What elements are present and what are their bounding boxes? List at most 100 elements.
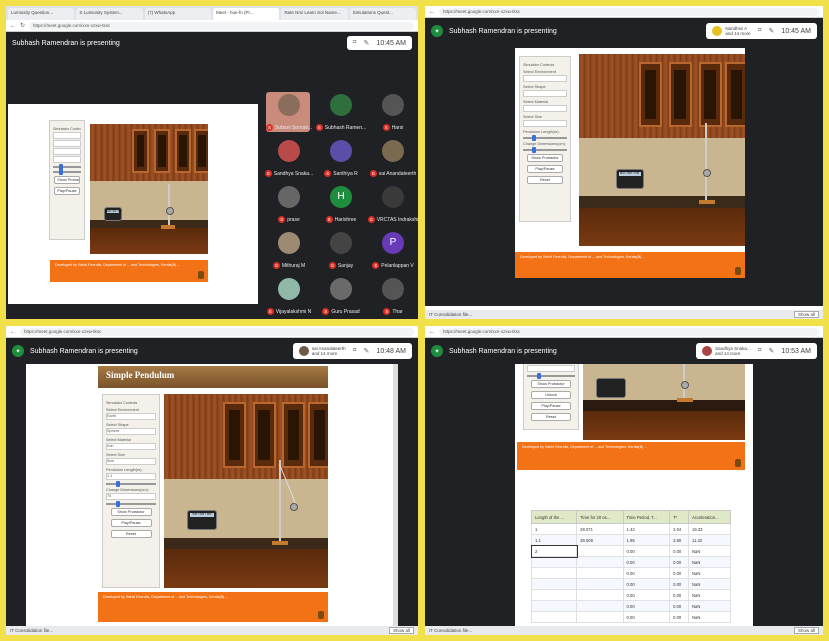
browser-tab[interactable]: S Lumiosity System... [76,8,143,20]
download-item[interactable]: IT Consolidation file... [10,628,53,633]
participant-tile[interactable]: S Guru Prasad [318,276,364,319]
table-header-cell[interactable]: T² [669,510,690,524]
table-header-cell[interactable]: Time for 20 os... [576,510,624,524]
table-header-cell[interactable]: Time Period, T... [622,510,671,524]
browser-tab[interactable]: Simulations Quest... [349,8,416,20]
pin-icon[interactable]: ✎ [364,39,370,47]
play-pause-button[interactable]: Play/Pause [110,519,152,527]
environment-select[interactable]: Earth [106,413,156,420]
dimension-slider[interactable] [53,169,81,175]
shape-select[interactable]: Sphere [106,428,156,435]
back-icon[interactable]: ← [10,329,16,335]
participant-tile[interactable]: Sprase [266,184,312,230]
stopwatch[interactable]: 00:00:00 [104,207,123,222]
reset-button[interactable]: Reset [531,413,571,421]
participant-tile[interactable]: S Sanjay [318,230,364,276]
back-icon[interactable]: ← [429,9,435,15]
participants-summary[interactable]: Sandhya Snaka... and 14 more [702,346,751,356]
url-field[interactable]: https://meet.google.com/xxn-xzxw-tksc [29,21,414,30]
table-header-cell[interactable]: Acceleration... [688,510,731,524]
participant-tile[interactable]: Ssai Anandateerth [369,138,416,184]
pin-icon[interactable]: ✎ [769,27,775,35]
participant-tile[interactable]: S Vijayalakshmi N [266,276,312,319]
show-protractor-button[interactable]: Show Protractor [526,154,564,162]
show-protractor-button[interactable]: Show Protractor [110,508,152,516]
reset-button[interactable]: Reset [526,176,564,184]
dimension-value[interactable]: 70 [106,493,156,500]
dimension-slider[interactable] [527,373,575,379]
size-select[interactable] [53,156,81,163]
reload-icon[interactable]: ↻ [20,22,25,29]
table-cell[interactable] [530,556,578,568]
length-value[interactable]: 1.1 [106,473,156,480]
layout-icon[interactable]: ⌗ [758,347,762,355]
material-select[interactable] [523,105,567,112]
material-select[interactable] [53,148,81,155]
table-cell[interactable] [530,589,578,601]
participants-summary[interactable]: sai Anandateerth and 14 more [298,346,346,356]
back-icon[interactable]: ← [429,329,435,335]
show-protractor-button[interactable]: Show Protractor [54,176,80,184]
participant-tile[interactable]: S VRCTAS Indrakshi [367,184,418,230]
layout-icon[interactable]: ⌗ [353,39,357,47]
show-all-button[interactable]: Show all [388,627,414,634]
stopwatch[interactable] [595,377,626,398]
stopwatch[interactable]: 00:00:00 [186,510,217,531]
show-all-button[interactable]: Show all [793,627,819,634]
url-field[interactable]: https://meet.google.com/xxn-xzxw-tksc [20,327,414,336]
table-cell[interactable] [530,611,578,623]
reset-button[interactable]: Reset [110,530,152,538]
participant-tile[interactable]: S Subhash Ramen... [315,92,366,138]
length-slider[interactable] [523,135,567,141]
table-cell[interactable] [530,567,578,579]
stopwatch[interactable]: 00:00:00 [615,169,644,190]
unlock-button[interactable]: Unlock [531,391,571,399]
scrollbar[interactable] [393,364,398,626]
download-item[interactable]: IT Consolidation file... [429,628,472,633]
table-cell[interactable] [530,600,578,612]
table-cell[interactable]: 1 [530,523,578,535]
shape-select[interactable] [523,90,567,97]
url-field[interactable]: https://meet.google.com/xxn-xzxw-tksc [439,7,819,16]
play-pause-button[interactable]: Play/Pause [526,165,564,173]
dimension-value[interactable] [527,365,575,372]
participant-tile[interactable]: S Sandhya Snaka... [264,138,313,184]
shape-select[interactable] [53,140,81,147]
participant-tile[interactable]: S Thar [370,276,416,319]
table-cell[interactable]: 1.1 [530,534,578,546]
browser-tab[interactable]: (7) WhatsApp [144,8,211,20]
layout-icon[interactable]: ⌗ [758,27,762,35]
back-icon[interactable]: ← [10,23,16,29]
browser-tab-active[interactable]: Meet - hue-fn (Pr... [212,8,280,20]
participant-tile[interactable]: S Mithuraj M [266,230,312,276]
length-slider[interactable] [106,481,156,487]
layout-icon[interactable]: ⌗ [353,347,357,355]
url-field[interactable]: https://meet.google.com/xxn-xzxw-tksc [439,327,819,336]
pin-icon[interactable]: ✎ [364,347,370,355]
show-protractor-button[interactable]: Show Protractor [531,380,571,388]
dimension-slider[interactable] [106,501,156,507]
browser-tab[interactable]: Rate Nmi Learn Sol Name... [281,8,348,20]
play-pause-button[interactable]: Play/Pause [54,187,80,195]
browser-tab[interactable]: Lumiosity Question... [8,8,75,20]
pin-icon[interactable]: ✎ [769,347,775,355]
material-select[interactable]: Iron [106,443,156,450]
download-item[interactable]: IT Consolidation file... [429,312,472,317]
participants-summary[interactable]: Nandhini A and 14 more [712,26,751,36]
participant-tile[interactable]: P S Pelanlappan V [370,230,416,276]
table-header-cell[interactable]: Length of the ... [530,510,578,524]
participant-tile[interactable]: H S Harishree [318,184,364,230]
size-select[interactable] [523,120,567,127]
length-slider[interactable] [53,164,81,170]
show-all-button[interactable]: Show all [793,311,819,318]
participant-tile[interactable]: S Harsi [370,92,416,138]
size-select[interactable]: 5cm [106,458,156,465]
table-cell[interactable]: 2 [530,544,578,558]
participant-tile[interactable]: S Santhiya R [318,138,364,184]
environment-select[interactable] [53,132,81,139]
table-cell[interactable] [530,578,578,590]
dimension-slider[interactable] [523,147,567,153]
environment-select[interactable] [523,75,567,82]
play-pause-button[interactable]: Play/Pause [531,402,571,410]
participant-tile[interactable]: S Subani Sornati... [266,92,312,138]
